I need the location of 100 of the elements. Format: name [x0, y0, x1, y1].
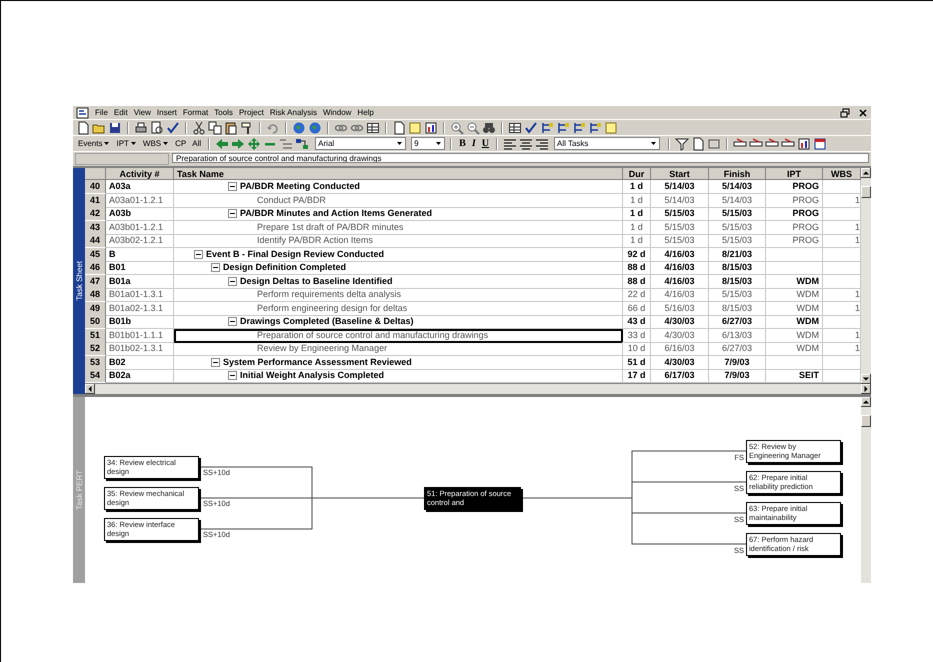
row-number[interactable]: 54	[85, 369, 106, 383]
chart-icon[interactable]	[424, 120, 438, 134]
scroll-down-button[interactable]	[861, 374, 871, 384]
page-icon[interactable]	[392, 120, 406, 134]
align-right-icon[interactable]	[534, 136, 549, 150]
menu-item[interactable]: Help	[357, 108, 374, 117]
printer-icon[interactable]	[134, 120, 148, 134]
chart-icon[interactable]	[796, 136, 811, 150]
scroll-left-button[interactable]	[85, 384, 95, 394]
filter-dropdown[interactable]: All Tasks	[554, 137, 660, 150]
align-left-icon[interactable]	[502, 136, 517, 150]
toolbar-menu[interactable]: IPT	[114, 139, 139, 148]
filter-icon[interactable]	[674, 136, 689, 150]
row-number[interactable]: 44	[85, 234, 106, 248]
toolbar-menu[interactable]: WBS	[140, 139, 172, 148]
row-number[interactable]: 49	[85, 302, 106, 316]
font-size-dropdown[interactable]: 9	[411, 137, 446, 150]
vertical-scrollbar[interactable]	[861, 168, 871, 394]
entry-field[interactable]: Preparation of source control and manufacturing drawings	[172, 153, 869, 163]
grid-icon[interactable]	[366, 120, 380, 134]
check-mark-icon[interactable]	[166, 120, 180, 134]
zoom-out-icon[interactable]	[466, 120, 480, 134]
column-header[interactable]: Dur	[623, 168, 651, 180]
note-icon[interactable]	[408, 120, 422, 134]
row-number[interactable]: 53	[85, 356, 106, 370]
toolbar-menu[interactable]: Events	[76, 139, 112, 148]
scroll-up-button[interactable]	[861, 168, 871, 178]
text-style-button[interactable]: U	[480, 138, 491, 149]
row-number[interactable]: 43	[85, 220, 106, 234]
collapse-icon[interactable]	[228, 276, 237, 286]
table-cell: WDM	[766, 274, 823, 288]
check-mark-icon[interactable]	[524, 120, 538, 134]
column-header[interactable]: WBS	[823, 168, 861, 180]
restore-icon[interactable]	[840, 108, 850, 118]
page-icon[interactable]	[76, 120, 90, 134]
menu-item[interactable]: Tools	[214, 108, 233, 117]
table-cell: B01b	[106, 315, 174, 329]
text-style-button[interactable]: B	[457, 138, 468, 149]
menu-item[interactable]: Format	[182, 108, 208, 117]
column-header[interactable]: Finish	[709, 168, 766, 180]
vertical-scrollbar[interactable]	[861, 396, 871, 582]
note-icon[interactable]	[604, 120, 618, 134]
view-label[interactable]: Task Sheet	[74, 260, 84, 301]
magnifier-page-icon[interactable]	[150, 120, 164, 134]
column-header[interactable]: Task Name	[174, 168, 623, 180]
collapse-icon[interactable]	[211, 358, 220, 366]
row-number[interactable]: 52	[85, 342, 106, 356]
collapse-icon[interactable]	[228, 209, 237, 218]
copy-icon[interactable]	[208, 120, 222, 134]
horizontal-scrollbar[interactable]	[85, 382, 861, 394]
menu-item[interactable]: Risk Analysis	[270, 108, 317, 117]
scissors-icon[interactable]	[192, 120, 206, 134]
collapse-icon[interactable]	[228, 317, 237, 326]
collapse-icon[interactable]	[228, 371, 237, 380]
row-number[interactable]: 50	[85, 315, 106, 329]
branch-icon[interactable]	[556, 120, 570, 134]
menu-item[interactable]: View	[134, 108, 151, 117]
close-icon[interactable]	[858, 108, 868, 118]
scroll-thumb[interactable]	[861, 186, 871, 198]
row-number[interactable]: 48	[85, 288, 106, 302]
row-number[interactable]: 46	[85, 261, 106, 275]
row-number[interactable]: 47	[85, 274, 106, 288]
grid-icon[interactable]	[508, 120, 522, 134]
zoom-in-icon[interactable]	[450, 120, 464, 134]
row-number[interactable]: 45	[85, 248, 106, 262]
frame-icon[interactable]	[706, 136, 721, 150]
menu-item[interactable]: Project	[238, 108, 264, 117]
menu-item[interactable]: Insert	[156, 108, 177, 117]
branch-icon[interactable]	[572, 120, 586, 134]
calendar-icon[interactable]	[812, 136, 827, 150]
row-number[interactable]: 51	[85, 328, 106, 342]
diagram-icon[interactable]	[295, 136, 310, 150]
branch-icon[interactable]	[588, 120, 602, 134]
clipboard-icon[interactable]	[224, 120, 238, 134]
row-number[interactable]: 41	[85, 194, 106, 208]
collapse-icon[interactable]	[228, 182, 237, 191]
column-header[interactable]: IPT	[766, 168, 823, 180]
indent-icon[interactable]	[279, 136, 294, 150]
toolbar-button[interactable]: CP	[173, 139, 188, 148]
document-icon[interactable]	[690, 136, 705, 150]
collapse-icon[interactable]	[194, 250, 203, 258]
collapse-icon[interactable]	[211, 263, 220, 272]
menu-item[interactable]: Window	[322, 108, 352, 117]
column-header[interactable]: Activity #	[106, 168, 174, 180]
menu-item[interactable]: File	[95, 108, 108, 117]
scroll-up-button[interactable]	[861, 396, 871, 406]
branch-icon[interactable]	[540, 120, 554, 134]
align-center-icon[interactable]	[518, 136, 533, 150]
view-bar[interactable]: Task Sheet	[73, 168, 85, 394]
scroll-thumb[interactable]	[861, 414, 871, 426]
scroll-right-button[interactable]	[861, 384, 871, 394]
column-header[interactable]: Start	[651, 168, 709, 180]
text-style-button[interactable]: I	[470, 138, 478, 149]
row-number[interactable]: 42	[85, 207, 106, 221]
toolbar-button[interactable]: All	[190, 139, 204, 148]
binoculars-icon[interactable]	[482, 120, 496, 134]
font-dropdown[interactable]: Arial	[315, 137, 406, 150]
app-icon[interactable]	[76, 106, 89, 118]
menu-item[interactable]: Edit	[114, 108, 128, 117]
row-number[interactable]: 40	[85, 180, 106, 194]
